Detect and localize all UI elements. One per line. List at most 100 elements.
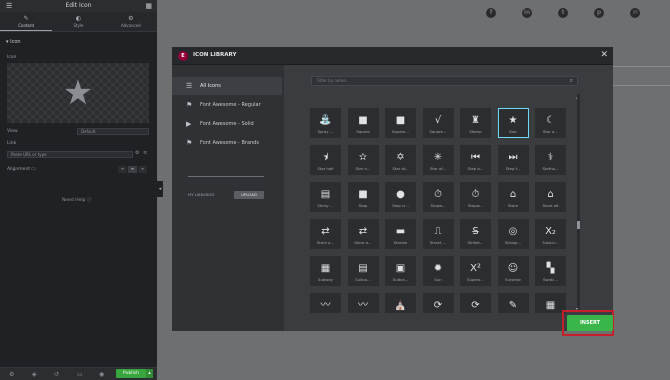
icon-tile[interactable]: ▤ Suitca... — [347, 256, 379, 286]
sidebar-item-fa-brands[interactable]: ⚑ Font Awesome - Brands — [172, 134, 282, 152]
twitter-icon[interactable]: t — [558, 8, 568, 18]
need-help-link[interactable]: Need Help ⓘ — [62, 197, 91, 203]
icon-tile[interactable]: 〰Swim... — [347, 293, 379, 313]
widgets-grid-icon[interactable]: ▦ — [145, 0, 152, 12]
publish-button[interactable]: Publish — [116, 369, 146, 378]
icon-tile[interactable]: ⌂ Store alt — [535, 182, 566, 212]
icon-tile[interactable]: ▣ Suitca... — [385, 256, 416, 286]
section-header-icon[interactable]: ▾ Icon — [0, 32, 157, 52]
icon-tile[interactable]: ⇄ Store a... — [347, 219, 379, 249]
tab-style[interactable]: ◐ Style — [52, 12, 104, 31]
icon-tile[interactable]: ⚕ Stetho... — [535, 145, 566, 175]
modal-header: E ICON LIBRARY ✕ — [172, 47, 613, 65]
view-select[interactable]: Default — [77, 128, 149, 135]
search-input[interactable]: Filter by name... ⌕ — [311, 76, 578, 86]
icon-tile[interactable]: ⎍ Street ... — [422, 219, 454, 249]
icon-tile[interactable]: 〰Swim... — [310, 293, 341, 313]
icon-tile[interactable]: ⇄ Store a... — [310, 219, 341, 249]
icon-tile[interactable]: X₂ Subscr... — [535, 219, 566, 249]
monitor-icon[interactable]: ▭ — [31, 166, 36, 172]
icon-tile[interactable]: ✹ Sun — [422, 256, 454, 286]
icon-tile[interactable]: ✳ Star of... — [422, 145, 454, 175]
publish-options-icon[interactable]: ▴ — [146, 369, 153, 378]
icon-tile[interactable]: ☾ Star a... — [535, 108, 566, 138]
icon-tile[interactable]: X² Supers... — [460, 256, 491, 286]
email-icon[interactable]: ✉ — [630, 8, 640, 18]
icon-tile[interactable]: S̶ Striket... — [460, 219, 491, 249]
align-center-icon[interactable]: ≡ — [128, 166, 137, 173]
icon-glyph: ⏱ — [434, 189, 442, 200]
icon-tile[interactable]: ⟳Sync — [422, 293, 454, 313]
insert-button[interactable]: INSERT — [567, 315, 613, 331]
close-icon[interactable]: ✕ — [600, 50, 608, 60]
icon-tile[interactable]: ⏮ Step b... — [460, 145, 491, 175]
icon-tile[interactable]: ▤ Sticky ... — [310, 182, 341, 212]
settings-icon[interactable]: ⚙ — [135, 150, 139, 156]
icon-glyph: ▤ — [358, 263, 368, 274]
settings-gear-icon[interactable]: ⚙ — [9, 371, 14, 378]
editor-panel: ☰ Edit Icon ▦ ✎ Content ◐ Style ⚙ Advanced … — [0, 0, 157, 380]
icon-name: Supers... — [467, 277, 484, 282]
history-icon[interactable]: ↺ — [54, 371, 59, 378]
icon-preview[interactable]: ★ — [7, 63, 149, 123]
icon-tile[interactable]: ⟳Sync alt — [460, 293, 491, 313]
icon-glyph: ⟳ — [471, 300, 480, 311]
icon-tile[interactable]: ⌂ Store — [497, 182, 529, 212]
pinterest-icon[interactable]: p — [594, 8, 604, 18]
dynamic-tags-icon[interactable]: ≡ — [143, 150, 147, 156]
icon-tile[interactable]: ⛪Synag... — [385, 293, 416, 313]
preview-eye-icon[interactable]: ◉ — [99, 371, 104, 378]
icon-tile[interactable]: ⏱ Stopw... — [422, 182, 454, 212]
icon-tile[interactable]: ▦ Subway — [310, 256, 341, 286]
icon-tile[interactable]: ⏭ Step f... — [497, 145, 529, 175]
icon-tile[interactable]: ■ Square... — [385, 108, 416, 138]
icon-tile[interactable]: ◎ Stroop... — [497, 219, 529, 249]
icon-tile[interactable]: ● Stop ci... — [385, 182, 416, 212]
icon-name: Step b... — [467, 166, 484, 171]
icon-name: Sticky ... — [317, 203, 334, 208]
tab-advanced[interactable]: ⚙ Advanced — [105, 12, 157, 31]
icon-tile[interactable]: ▬ Stream — [385, 219, 416, 249]
icon-tile[interactable]: ⯨ Star half — [310, 145, 341, 175]
sidebar-item-fa-regular[interactable]: ⚑ Font Awesome - Regular — [172, 96, 282, 114]
icon-tile[interactable]: ✡ Star of... — [385, 145, 416, 175]
icon-tile[interactable]: √ Square... — [422, 108, 454, 138]
icon-name: Star a... — [543, 129, 558, 134]
editor-title: Edit Icon — [65, 2, 92, 9]
sidebar-item-all-icons[interactable]: ☰ All Icons — [172, 77, 282, 95]
icon-tile[interactable]: ⏱ Stopw... — [460, 182, 491, 212]
hamburger-menu-icon[interactable]: ☰ — [6, 0, 12, 12]
lines-icon: ☰ — [186, 82, 193, 90]
icon-name: Surprise — [505, 277, 521, 282]
icon-tile[interactable]: ★ Star — [497, 108, 529, 138]
upload-button[interactable]: UPLOAD — [234, 191, 264, 199]
linkedin-icon[interactable]: in — [522, 8, 532, 18]
icon-tile[interactable]: ✫ Star h... — [347, 145, 379, 175]
icon-tile[interactable]: ♜ Stamp — [460, 108, 491, 138]
icon-tile[interactable]: ▚ Swatc... — [535, 256, 566, 286]
collapse-panel-icon[interactable]: ◂ — [157, 181, 163, 197]
sidebar-item-fa-solid[interactable]: ▶ Font Awesome - Solid — [172, 115, 282, 133]
layers-icon[interactable]: ◈ — [32, 371, 37, 378]
scrollbar[interactable] — [577, 94, 580, 311]
responsive-icon[interactable]: ▭ — [77, 371, 83, 378]
link-input[interactable]: Paste URL or type — [7, 151, 133, 158]
tab-content[interactable]: ✎ Content — [0, 12, 53, 31]
sidebar-item-label: Font Awesome - Regular — [200, 102, 261, 108]
icon-glyph: √ — [434, 115, 442, 126]
icon-name: Star — [509, 129, 517, 134]
facebook-icon[interactable]: f — [486, 8, 496, 18]
icon-glyph: ⏭ — [508, 152, 518, 163]
icon-tile[interactable]: ✎Syringe — [497, 293, 529, 313]
icon-tile[interactable]: ■ Square — [347, 108, 379, 138]
icon-name: Star h... — [355, 166, 371, 171]
align-right-icon[interactable]: ≡ — [138, 166, 147, 173]
icon-tile[interactable]: ⛲ Spray ... — [310, 108, 341, 138]
view-value: Default — [81, 129, 96, 134]
link-placeholder: Paste URL or type — [11, 152, 47, 157]
icon-tile[interactable]: ☺ Surprise — [497, 256, 529, 286]
scrollbar-thumb[interactable] — [577, 221, 580, 229]
icon-glyph: ▦ — [545, 300, 556, 311]
align-left-icon[interactable]: ≡ — [118, 166, 127, 173]
icon-tile[interactable]: ■ Stop — [347, 182, 379, 212]
